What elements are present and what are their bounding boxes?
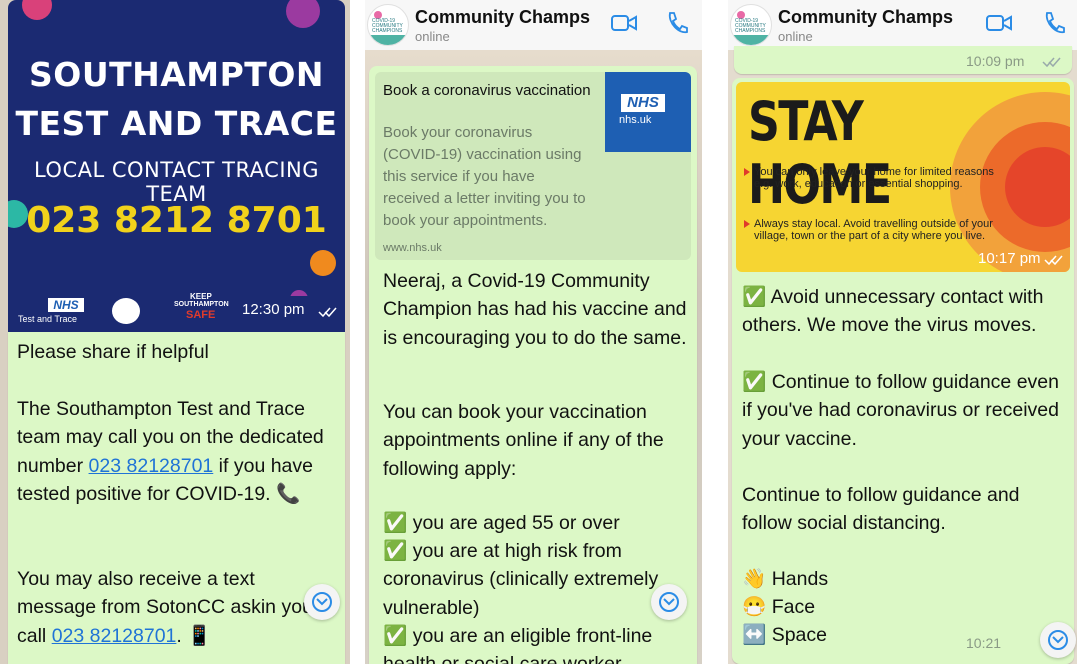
phone-call-icon[interactable]: [665, 10, 689, 36]
video-call-icon[interactable]: [611, 14, 637, 32]
read-ticks-icon: [1042, 57, 1061, 68]
avatar[interactable]: COVID-19 COMMUNITY CHAMPIONS: [730, 4, 772, 46]
message-bubble[interactable]: Book a coronavirus vaccination Book your…: [369, 66, 697, 664]
stay-home-rule: You can only leave your home for limited…: [754, 166, 994, 190]
chat-header: COVID-19 COMMUNITY CHAMPIONS Community C…: [728, 0, 1077, 50]
message-time: 12:30 pm: [242, 301, 305, 318]
message-time: 10:21 pm: [966, 635, 1004, 651]
poster-phone: 023 8212 8701: [26, 200, 327, 241]
nhs-thumbnail: NHS nhs.uk: [605, 72, 691, 152]
stay-home-heading: STAY HOME: [748, 90, 892, 216]
message-time: 10:17 pm: [978, 250, 1041, 267]
scroll-to-bottom-button[interactable]: [651, 584, 687, 620]
virus-icon: [22, 0, 52, 20]
message-paragraph: The Southampton Test and Trace team may …: [17, 395, 339, 509]
poster-footer: NHS Test and Trace KEEP SOUTHAMPTON SAFE…: [8, 292, 345, 332]
message-time: 10:09 pm: [966, 53, 1025, 69]
contact-name[interactable]: Community Champs: [415, 7, 590, 28]
chat-panel-stay-home: COVID-19 COMMUNITY CHAMPIONS Community C…: [728, 0, 1077, 664]
message-paragraph: Neeraj, a Covid-19 Community Champion ha…: [383, 270, 687, 349]
poster-title-line1: SOUTHAMPTON: [29, 55, 324, 94]
preview-title: Book a coronavirus vaccination: [383, 82, 591, 99]
message-paragraph: Continue to follow guidance and follow s…: [742, 484, 1020, 535]
chat-panel-southampton: SOUTHAMPTON TEST AND TRACE LOCAL CONTACT…: [0, 0, 350, 664]
contact-name[interactable]: Community Champs: [778, 7, 953, 28]
read-ticks-icon: [318, 307, 337, 318]
message-paragraph: You may also receive a text message from…: [17, 565, 339, 650]
arrow-icon: [744, 168, 750, 176]
stay-home-rule: Always stay local. Avoid travelling outs…: [754, 218, 993, 242]
message-bubble[interactable]: STAY HOME You can only leave your home f…: [732, 78, 1074, 664]
phone-link[interactable]: 023 82128701: [52, 625, 177, 647]
keep-label: KEEP: [190, 292, 212, 301]
city-crest-icon: [112, 298, 140, 324]
contact-status: online: [778, 29, 813, 44]
chevron-down-icon: [316, 598, 328, 606]
scroll-to-bottom-button[interactable]: [1040, 622, 1076, 658]
chat-header: COVID-19 COMMUNITY CHAMPIONS Community C…: [365, 0, 702, 50]
nhs-logo-sub: nhs.uk: [619, 114, 652, 126]
preview-url: www.nhs.uk: [383, 242, 442, 254]
southampton-label: SOUTHAMPTON: [174, 301, 229, 308]
arrow-icon: [744, 220, 750, 228]
list-item: 😷 Face: [742, 596, 816, 618]
nhs-logo: NHS: [621, 94, 665, 112]
safe-label: SAFE: [186, 309, 216, 321]
nhs-logo: NHS: [48, 298, 84, 312]
virus-icon: [286, 0, 320, 28]
scroll-to-bottom-button[interactable]: [304, 584, 340, 620]
stay-home-image[interactable]: STAY HOME You can only leave your home f…: [736, 82, 1070, 272]
message-paragraph: ✅ Continue to follow guidance even if yo…: [742, 371, 1059, 450]
read-ticks-icon: [1044, 255, 1063, 266]
list-item: ↔️ Space: [742, 624, 827, 646]
nhs-logo-sub: Test and Trace: [18, 314, 78, 324]
message-paragraph: You can book your vaccination appointmen…: [383, 401, 664, 480]
poster-title-line2: TEST AND TRACE: [15, 104, 338, 143]
phone-link[interactable]: 023 82128701: [89, 455, 214, 477]
chevron-down-icon: [663, 598, 675, 606]
preview-description: Book your coronavirus (COVID-19) vaccina…: [383, 124, 586, 229]
avatar[interactable]: COVID-19 COMMUNITY CHAMPIONS: [367, 4, 409, 46]
contact-status: online: [415, 29, 450, 44]
chevron-down-icon: [1052, 636, 1064, 644]
virus-icon: [310, 250, 336, 276]
message-bubble[interactable]: 10:09 pm: [734, 46, 1072, 74]
message-line: Please share if helpful: [17, 341, 209, 363]
bullet-item: ✅ you are at high risk from coronavirus …: [383, 540, 659, 619]
message-text: . 📱: [176, 624, 212, 647]
video-call-icon[interactable]: [986, 14, 1012, 32]
phone-call-icon[interactable]: [1042, 10, 1066, 36]
chat-panel-vaccination: COVID-19 COMMUNITY CHAMPIONS Community C…: [365, 0, 702, 664]
link-preview[interactable]: Book a coronavirus vaccination Book your…: [375, 72, 691, 260]
bullet-item: ✅ you are aged 55 or over: [383, 512, 620, 534]
bullet-item: ✅ you are an eligible front-line health …: [383, 625, 653, 664]
list-item: 👋 Hands: [742, 568, 829, 590]
poster-subtitle: LOCAL CONTACT TRACING TEAM: [33, 158, 320, 206]
message-paragraph: ✅ Avoid unnecessary contact with others.…: [742, 286, 1044, 337]
message-text: You may also receive a text message from…: [17, 568, 277, 619]
test-and-trace-poster[interactable]: SOUTHAMPTON TEST AND TRACE LOCAL CONTACT…: [8, 0, 345, 332]
message-bubble[interactable]: Please share if helpful The Southampton …: [8, 332, 345, 664]
